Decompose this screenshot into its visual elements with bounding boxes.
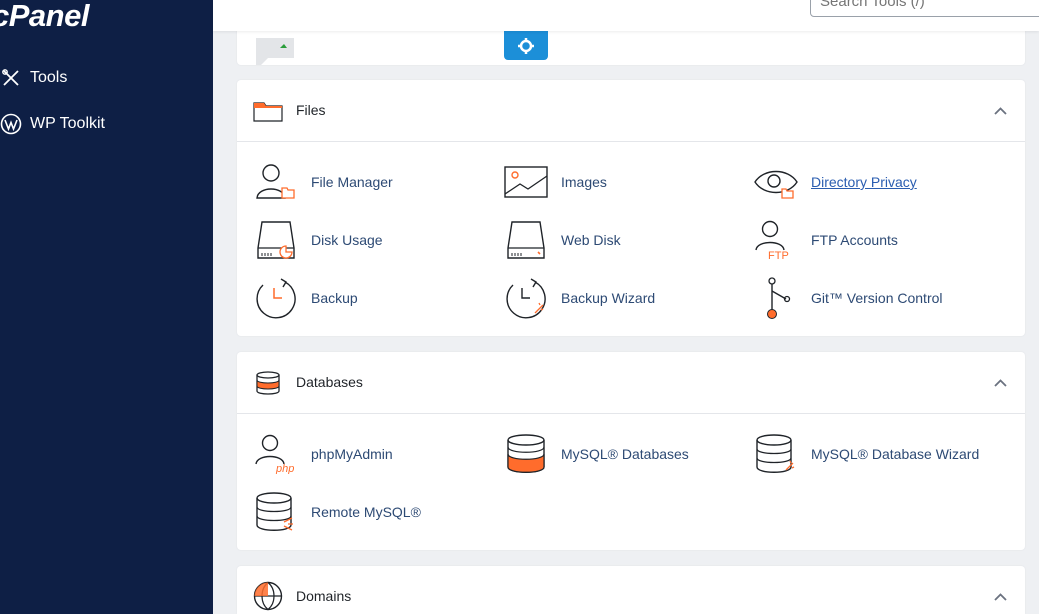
tool-directory-privacy[interactable]: Directory Privacy xyxy=(754,160,917,204)
phpmyadmin-icon: php xyxy=(254,432,298,476)
sidebar-item-tools[interactable]: Tools xyxy=(0,63,67,93)
panel-header-files[interactable]: Files xyxy=(237,80,1025,142)
php-badge: php xyxy=(275,463,294,474)
tool-web-disk[interactable]: Web Disk xyxy=(504,218,621,262)
panel-header-databases[interactable]: Databases xyxy=(237,352,1025,414)
tool-mysql-database-wizard[interactable]: MySQL® Database Wizard xyxy=(754,432,979,476)
tool-label: Backup Wizard xyxy=(561,290,656,306)
disk-usage-icon xyxy=(254,218,298,262)
tool-remote-mysql[interactable]: Remote MySQL® xyxy=(254,490,421,534)
panel-header-domains[interactable]: Domains xyxy=(237,566,1025,614)
sidebar-item-label: Tools xyxy=(30,69,68,86)
wordpress-icon xyxy=(0,113,22,135)
tool-disk-usage[interactable]: Disk Usage xyxy=(254,218,383,262)
globe-icon xyxy=(253,581,283,611)
tool-images[interactable]: Images xyxy=(504,160,607,204)
sidebar-item-wp-toolkit[interactable]: WP Toolkit xyxy=(0,109,105,139)
directory-privacy-icon xyxy=(754,160,798,204)
tool-label: Disk Usage xyxy=(311,232,383,248)
tools-icon xyxy=(0,67,22,89)
section-title: Files xyxy=(296,102,326,118)
tool-label: Directory Privacy xyxy=(811,174,917,190)
panel-databases: Databases php phpMyAdmin MySQL® Database… xyxy=(237,352,1025,550)
section-title: Domains xyxy=(296,588,352,604)
tool-label: Web Disk xyxy=(561,232,621,248)
tool-label: Git™ Version Control xyxy=(811,290,943,306)
tool-backup[interactable]: Backup xyxy=(254,276,358,320)
backup-wizard-icon xyxy=(504,276,548,320)
ftp-accounts-icon: FTP xyxy=(754,218,798,262)
top-bar xyxy=(213,0,1039,31)
tool-git-version-control[interactable]: Git™ Version Control xyxy=(754,276,943,320)
cpanel-logo[interactable]: cPanel xyxy=(0,0,89,34)
tool-label: MySQL® Database Wizard xyxy=(811,446,980,462)
chevron-up-icon[interactable] xyxy=(993,590,1007,604)
sidebar-item-label: WP Toolkit xyxy=(30,115,105,132)
panel-domains: Domains xyxy=(237,566,1025,614)
images-icon xyxy=(504,160,548,204)
section-title: Databases xyxy=(296,374,363,390)
tool-file-manager[interactable]: File Manager xyxy=(254,160,393,204)
backup-icon xyxy=(254,276,298,320)
database-icon xyxy=(253,369,283,397)
remote-mysql-icon xyxy=(254,490,298,534)
chevron-up-icon[interactable] xyxy=(993,376,1007,390)
ftp-badge: FTP xyxy=(768,250,789,260)
tool-mysql-databases[interactable]: MySQL® Databases xyxy=(504,432,689,476)
folder-icon xyxy=(253,97,283,125)
tool-label: FTP Accounts xyxy=(811,232,898,248)
tool-ftp-accounts[interactable]: FTP FTP Accounts xyxy=(754,218,898,262)
mysql-databases-icon xyxy=(504,432,548,476)
git-icon xyxy=(754,276,798,320)
sidebar: cPanel Tools WP Toolkit xyxy=(0,0,213,614)
web-disk-icon xyxy=(504,218,548,262)
tool-backup-wizard[interactable]: Backup Wizard xyxy=(504,276,655,320)
tool-label: Backup xyxy=(311,290,358,306)
mysql-wizard-icon xyxy=(754,432,798,476)
tool-label: File Manager xyxy=(311,174,393,190)
chevron-up-icon[interactable] xyxy=(993,104,1007,118)
search-input[interactable] xyxy=(810,0,1039,17)
tool-label: phpMyAdmin xyxy=(311,446,393,462)
file-manager-icon xyxy=(254,160,298,204)
tool-label: MySQL® Databases xyxy=(561,446,689,462)
tool-label: Images xyxy=(561,174,607,190)
panel-files: Files File Manager Images Directory Priv… xyxy=(237,80,1025,336)
tool-phpmyadmin[interactable]: php phpMyAdmin xyxy=(254,432,393,476)
tool-label: Remote MySQL® xyxy=(311,504,421,520)
